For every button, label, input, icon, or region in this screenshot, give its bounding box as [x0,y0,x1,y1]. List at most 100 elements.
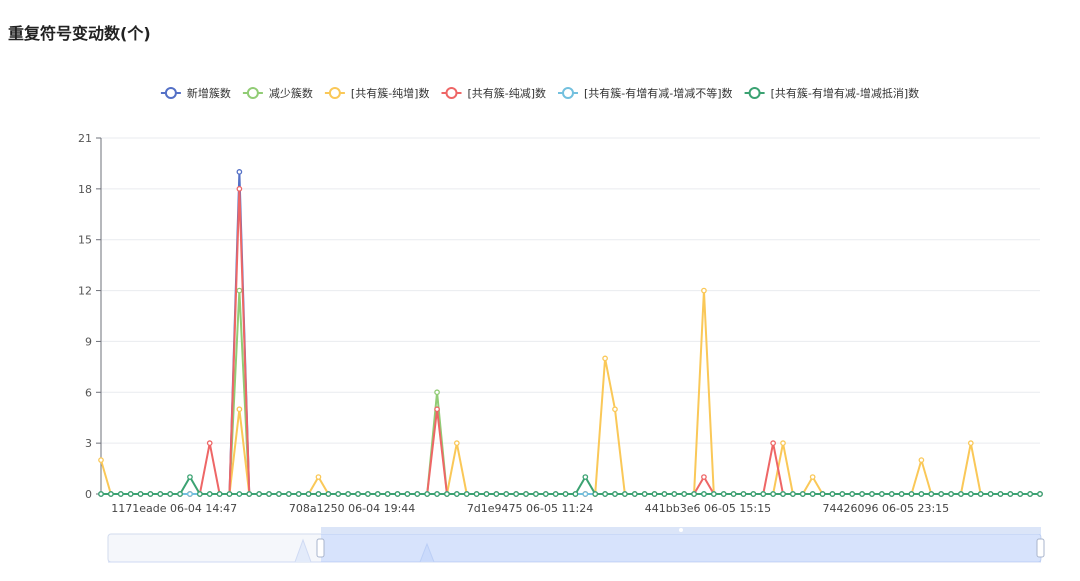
data-point[interactable] [295,491,302,497]
data-point[interactable] [236,491,243,497]
data-point[interactable] [710,491,717,497]
data-point[interactable] [236,186,243,192]
data-point[interactable] [394,491,401,497]
data-point[interactable] [167,491,174,497]
data-point[interactable] [552,491,559,497]
data-point[interactable] [612,491,618,497]
data-point[interactable] [424,491,431,497]
data-point[interactable] [849,491,856,497]
legend-item[interactable]: [共有簇-有增有减-增减不等]数 [558,86,733,100]
data-point[interactable] [908,491,915,497]
data-point[interactable] [453,440,460,446]
data-point[interactable] [720,491,727,497]
data-point[interactable] [622,491,628,497]
data-point[interactable] [809,491,816,497]
data-point[interactable] [938,491,945,497]
data-point[interactable] [602,491,608,497]
data-point[interactable] [770,440,776,446]
legend-item[interactable]: [共有簇-有增有减-增减抵消]数 [744,86,920,100]
data-point[interactable] [780,491,786,497]
data-point[interactable] [928,491,935,497]
data-point[interactable] [236,287,243,294]
data-point[interactable] [987,491,994,497]
data-point[interactable] [641,491,648,497]
data-point[interactable] [513,491,519,497]
data-point[interactable] [147,491,154,497]
data-point[interactable] [315,474,322,480]
data-point[interactable] [671,491,678,497]
data-point[interactable] [453,491,460,497]
data-point[interactable] [384,491,391,497]
data-point[interactable] [266,491,272,497]
data-point[interactable] [177,491,183,497]
data-point[interactable] [701,474,707,480]
series-line[interactable] [101,476,1040,495]
data-point[interactable] [750,491,757,497]
data-point[interactable] [117,491,124,497]
data-point[interactable] [1007,491,1014,497]
data-point[interactable] [325,491,332,497]
data-point[interactable] [572,491,579,497]
data-point[interactable] [374,491,381,497]
data-point[interactable] [108,491,114,497]
data-point[interactable] [523,491,529,497]
data-point[interactable] [365,491,371,497]
legend-item[interactable]: 减少簇数 [242,86,313,100]
data-point[interactable] [276,491,282,497]
data-point[interactable] [463,491,470,497]
data-point[interactable] [602,355,608,362]
data-point[interactable] [434,491,440,497]
data-point[interactable] [967,491,974,497]
legend-item[interactable]: [共有簇-纯增]数 [324,86,430,100]
data-point[interactable] [859,491,865,497]
data-point[interactable] [701,287,707,294]
data-point[interactable] [1037,491,1043,497]
data-point[interactable] [305,491,312,497]
data-point[interactable] [888,491,895,497]
data-point[interactable] [582,474,589,480]
data-point[interactable] [790,491,796,497]
data-point[interactable] [918,491,925,497]
data-point[interactable] [256,491,262,497]
data-point[interactable] [839,491,846,497]
data-point[interactable] [592,491,599,497]
data-point[interactable] [137,491,144,497]
data-point[interactable] [898,491,905,497]
data-point[interactable] [345,491,351,497]
data-point[interactable] [483,491,490,497]
data-point[interactable] [434,389,440,396]
zoom-selected-range[interactable] [321,534,1041,562]
data-point[interactable] [918,457,925,463]
data-point[interactable] [187,491,193,497]
data-point[interactable] [187,474,193,480]
data-point[interactable] [216,491,223,497]
zoom-handle-right[interactable] [1036,538,1045,558]
legend[interactable]: 新增簇数 减少簇数 [共有簇-纯增]数 [共有簇-纯减]数 [共有簇-有增有减-增减不等… [160,86,920,100]
data-point[interactable] [829,491,836,497]
data-point[interactable] [997,491,1004,497]
data-point[interactable] [651,491,658,497]
data-point[interactable] [246,491,253,497]
data-point[interactable] [562,491,569,497]
data-point[interactable] [809,474,816,480]
data-point[interactable] [196,491,203,497]
data-point[interactable] [206,440,213,446]
data-point[interactable] [236,406,243,413]
data-point[interactable] [691,491,697,497]
data-point[interactable] [967,440,974,446]
data-point[interactable] [819,491,826,497]
data-point[interactable] [285,491,292,497]
data-point[interactable] [414,491,421,497]
data-point[interactable] [780,440,786,446]
data-point[interactable] [1017,491,1024,497]
data-point[interactable] [661,491,668,497]
data-point[interactable] [473,491,480,497]
data-point[interactable] [542,491,549,497]
data-point[interactable] [612,406,618,413]
data-point[interactable] [631,491,638,497]
legend-item[interactable]: [共有簇-纯减]数 [441,86,547,100]
data-point[interactable] [799,491,806,497]
data-point[interactable] [98,457,104,463]
data-point[interactable] [582,491,589,497]
data-point[interactable] [869,491,875,497]
